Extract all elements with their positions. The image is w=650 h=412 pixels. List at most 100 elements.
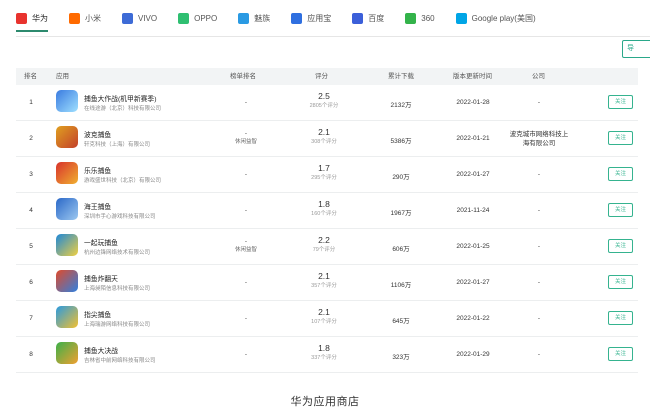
rating-count: 337个评分: [311, 355, 337, 361]
download-count: 1967万: [390, 210, 412, 217]
app-developer: 杭州边锋网络技术有限公司: [84, 250, 151, 256]
tabs-divider: [16, 36, 650, 37]
app-icon[interactable]: [56, 342, 78, 364]
tab-label: 魅族: [254, 13, 271, 23]
rank-number: 6: [29, 279, 33, 286]
company: -: [537, 243, 541, 250]
score: 2.5 2805个评分: [308, 91, 340, 110]
app-developer: 在线途游（北京）科技有限公司: [84, 106, 162, 112]
baidu-icon: [352, 12, 364, 24]
follow-button[interactable]: 关注: [608, 203, 633, 217]
app-icon[interactable]: [56, 90, 78, 112]
app-name[interactable]: 捕鱼大决战: [84, 345, 118, 355]
xiaomi-icon: [69, 12, 80, 24]
list-rank: -: [244, 279, 248, 286]
tab-store-6[interactable]: 百度: [352, 0, 384, 36]
download-count: 645万: [392, 318, 410, 325]
app-developer: 深圳市手心游戏科技有限公司: [84, 214, 156, 220]
tab-store-3[interactable]: OPPO: [178, 0, 217, 36]
header-app: 应用: [56, 73, 69, 80]
app-icon[interactable]: [56, 234, 78, 256]
oppo-icon: [178, 12, 190, 24]
score-value: 2.5: [318, 91, 330, 101]
rating-count: 107个评分: [311, 319, 337, 325]
update-date: 2022-01-21: [456, 135, 490, 142]
score: 2.1 308个评分: [308, 127, 340, 146]
export-button[interactable]: 导: [622, 40, 650, 58]
list-rank: - 休闲益智: [218, 129, 274, 147]
tab-store-0[interactable]: 华为: [16, 0, 48, 36]
follow-button[interactable]: 关注: [608, 167, 633, 181]
app-icon[interactable]: [56, 270, 78, 292]
header-company: 公司: [532, 73, 545, 80]
header-updated: 版本更新时间: [453, 73, 492, 80]
tab-store-7[interactable]: 360: [405, 0, 435, 36]
follow-button[interactable]: 关注: [608, 347, 633, 361]
table-row: 7 指尖捕鱼 上海瑞游网络科技有限公司 - 2.1 107个评分 645万 202…: [16, 301, 638, 337]
app-icon[interactable]: [56, 198, 78, 220]
score-value: 1.8: [318, 343, 330, 353]
rating-count: 160个评分: [311, 211, 337, 217]
update-date: 2022-01-27: [456, 171, 490, 178]
company-line-1: 波克城市网络科技上: [509, 131, 569, 138]
score: 2.1 107个评分: [308, 307, 340, 326]
rank-number: 4: [29, 207, 33, 214]
table-row: 3 乐乐捕鱼 游戏盛世科技（北京）有限公司 - 1.7 295个评分 290万 2…: [16, 157, 638, 193]
app-name[interactable]: 海王捕鱼: [84, 201, 111, 211]
app-name[interactable]: 指尖捕鱼: [84, 309, 111, 319]
table-row: 6 捕鱼炸翻天 上海昶陌信息科技有限公司 - 2.1 357个评分 1106万 2…: [16, 265, 638, 301]
header-rank: 排名: [24, 73, 37, 80]
score-value: 1.8: [318, 199, 330, 209]
app-icon[interactable]: [56, 126, 78, 148]
download-count: 1106万: [390, 282, 412, 289]
tab-store-1[interactable]: 小米: [69, 0, 101, 36]
app-name[interactable]: 乐乐捕鱼: [84, 165, 111, 175]
app-name[interactable]: 一起玩捕鱼: [84, 237, 118, 247]
table-header: 排名 应用 榜单排名 评分 累计下载 版本更新时间 公司: [16, 68, 638, 85]
tab-store-5[interactable]: 应用宝: [291, 0, 331, 36]
follow-button[interactable]: 关注: [608, 275, 633, 289]
vivo-icon: [122, 12, 133, 24]
list-rank: -: [244, 351, 248, 358]
score-value: 2.2: [318, 235, 330, 245]
app-icon[interactable]: [56, 162, 78, 184]
follow-button[interactable]: 关注: [608, 239, 633, 253]
app-icon[interactable]: [56, 306, 78, 328]
company: 波克城市网络科技上 海有限公司: [504, 130, 574, 148]
company-line-2: 海有限公司: [522, 140, 556, 147]
table-row: 8 捕鱼大决战 吉林省中前网络科技有限公司 - 1.8 337个评分 323万 2…: [16, 337, 638, 373]
meizu-icon: [238, 12, 250, 24]
header-downloads: 累计下载: [388, 73, 414, 80]
tab-store-4[interactable]: 魅族: [238, 0, 270, 36]
table-row: 5 一起玩捕鱼 杭州边锋网络技术有限公司 - 休闲益智 2.2 79个评分 606万…: [16, 229, 638, 265]
app-name[interactable]: 捕鱼大作战(机甲新赛季): [84, 93, 157, 103]
score-value: 2.1: [318, 307, 330, 317]
tab-label: 应用宝: [307, 13, 332, 23]
follow-button[interactable]: 关注: [608, 131, 633, 145]
app-name[interactable]: 捕鱼炸翻天: [84, 273, 118, 283]
rating-count: 2805个评分: [309, 103, 339, 109]
tab-label: Google play(美国): [471, 13, 536, 23]
store-tabs: 华为 小米 VIVO OPPO 魅族 应用宝 百度 360 Google play(美国): [16, 0, 650, 36]
follow-button[interactable]: 关注: [608, 311, 633, 325]
update-date: 2022-01-27: [456, 279, 490, 286]
google-play-icon: [455, 12, 467, 24]
app-developer: 上海瑞游网络科技有限公司: [84, 322, 151, 328]
tab-label: 华为: [32, 13, 48, 23]
tab-label: 小米: [85, 13, 101, 23]
list-rank: -: [244, 171, 248, 178]
app-developer: 轩克科技（上海）有限公司: [84, 142, 151, 148]
table-row: 2 波克捕鱼 轩克科技（上海）有限公司 - 休闲益智 2.1 308个评分 5386…: [16, 121, 638, 157]
tab-label: OPPO: [194, 13, 218, 23]
score-value: 1.7: [318, 163, 330, 173]
app-name[interactable]: 波克捕鱼: [84, 129, 111, 139]
list-category: 休闲益智: [234, 139, 257, 145]
company: -: [537, 171, 541, 178]
header-list-rank: 榜单排名: [230, 73, 256, 80]
rank-number: 5: [29, 243, 33, 250]
tab-store-8[interactable]: Google play(美国): [455, 0, 536, 36]
tab-store-2[interactable]: VIVO: [122, 0, 157, 36]
rank-number: 8: [29, 351, 33, 358]
rank-number: 7: [29, 315, 33, 322]
follow-button[interactable]: 关注: [608, 95, 633, 109]
